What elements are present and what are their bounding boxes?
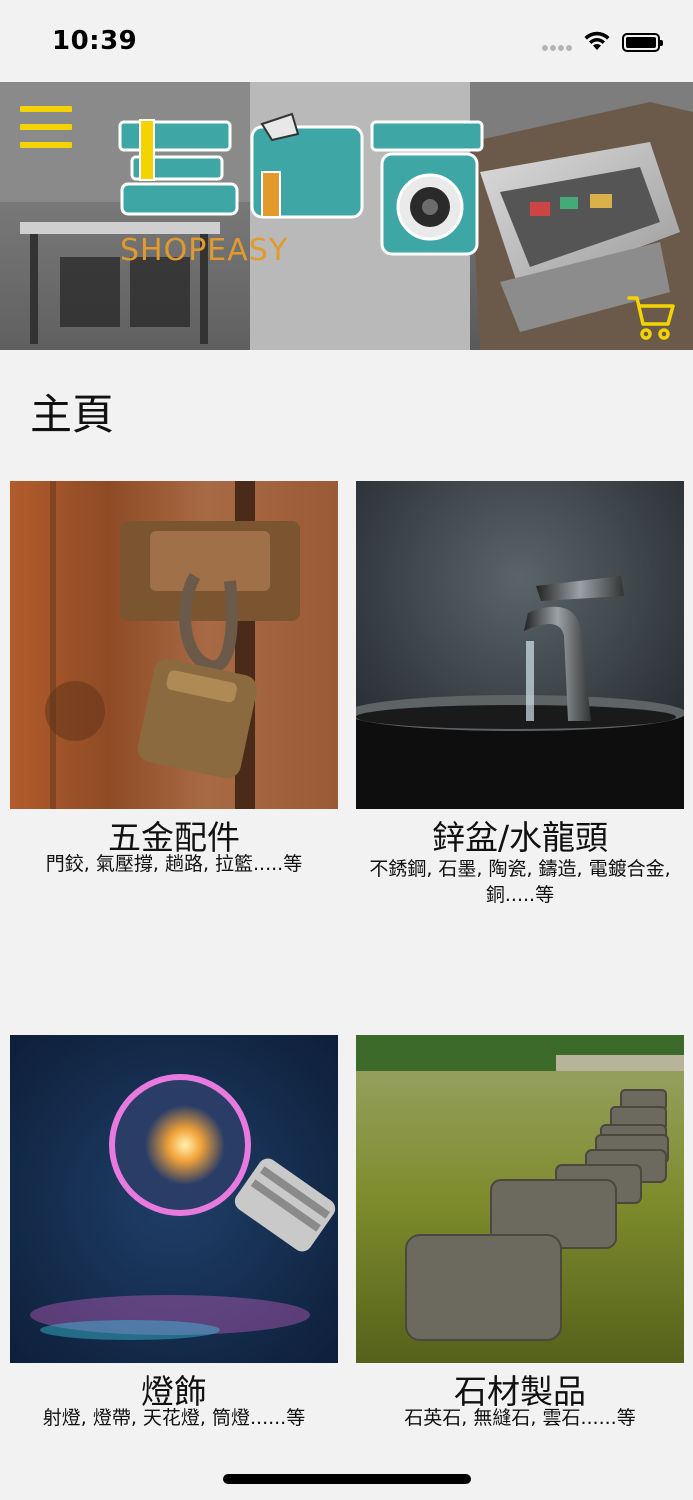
wifi-icon bbox=[584, 31, 610, 50]
cart-button[interactable] bbox=[626, 292, 676, 342]
category-card-hardware[interactable]: 五金配件 門鉸, 氣壓撐, 趟路, 拉籃.....等 bbox=[10, 481, 338, 901]
menu-button[interactable] bbox=[20, 104, 74, 148]
home-indicator[interactable] bbox=[223, 1474, 471, 1484]
header-banner: SHOPEASY bbox=[0, 82, 693, 350]
page-title: 主頁 bbox=[30, 390, 115, 439]
battery-icon bbox=[622, 33, 663, 52]
cellular-signal-icon bbox=[542, 45, 576, 53]
category-description: 門鉸, 氣壓撐, 趟路, 拉籃.....等 bbox=[45, 853, 303, 875]
category-description: 射燈, 燈帶, 天花燈, 筒燈......等 bbox=[42, 1407, 306, 1429]
status-time: 10:39 bbox=[52, 26, 138, 56]
category-card-sink-faucet[interactable]: 鋅盆/水龍頭 不銹鋼, 石墨, 陶瓷, 鑄造, 電鍍合金, 銅.....等 bbox=[356, 481, 684, 921]
category-description: 不銹鋼, 石墨, 陶瓷, 鑄造, 電鍍合金, 銅.....等 bbox=[369, 858, 671, 906]
shopeasy-logo: SHOPEASY bbox=[118, 112, 484, 268]
stepping-stones-photo bbox=[356, 1035, 684, 1363]
light-bulb-photo bbox=[10, 1035, 338, 1363]
faucet-photo bbox=[356, 481, 684, 809]
status-bar: 10:39 bbox=[0, 0, 693, 82]
category-card-lighting[interactable]: 燈飾 射燈, 燈帶, 天花燈, 筒燈......等 bbox=[10, 1035, 338, 1435]
category-description: 石英石, 無縫石, 雲石......等 bbox=[404, 1407, 636, 1429]
padlock-photo bbox=[10, 481, 338, 809]
category-card-stone[interactable]: 石材製品 石英石, 無縫石, 雲石......等 bbox=[356, 1035, 684, 1435]
category-name: 鋅盆/水龍頭 bbox=[431, 818, 609, 857]
svg-text:SHOPEASY: SHOPEASY bbox=[120, 233, 288, 268]
